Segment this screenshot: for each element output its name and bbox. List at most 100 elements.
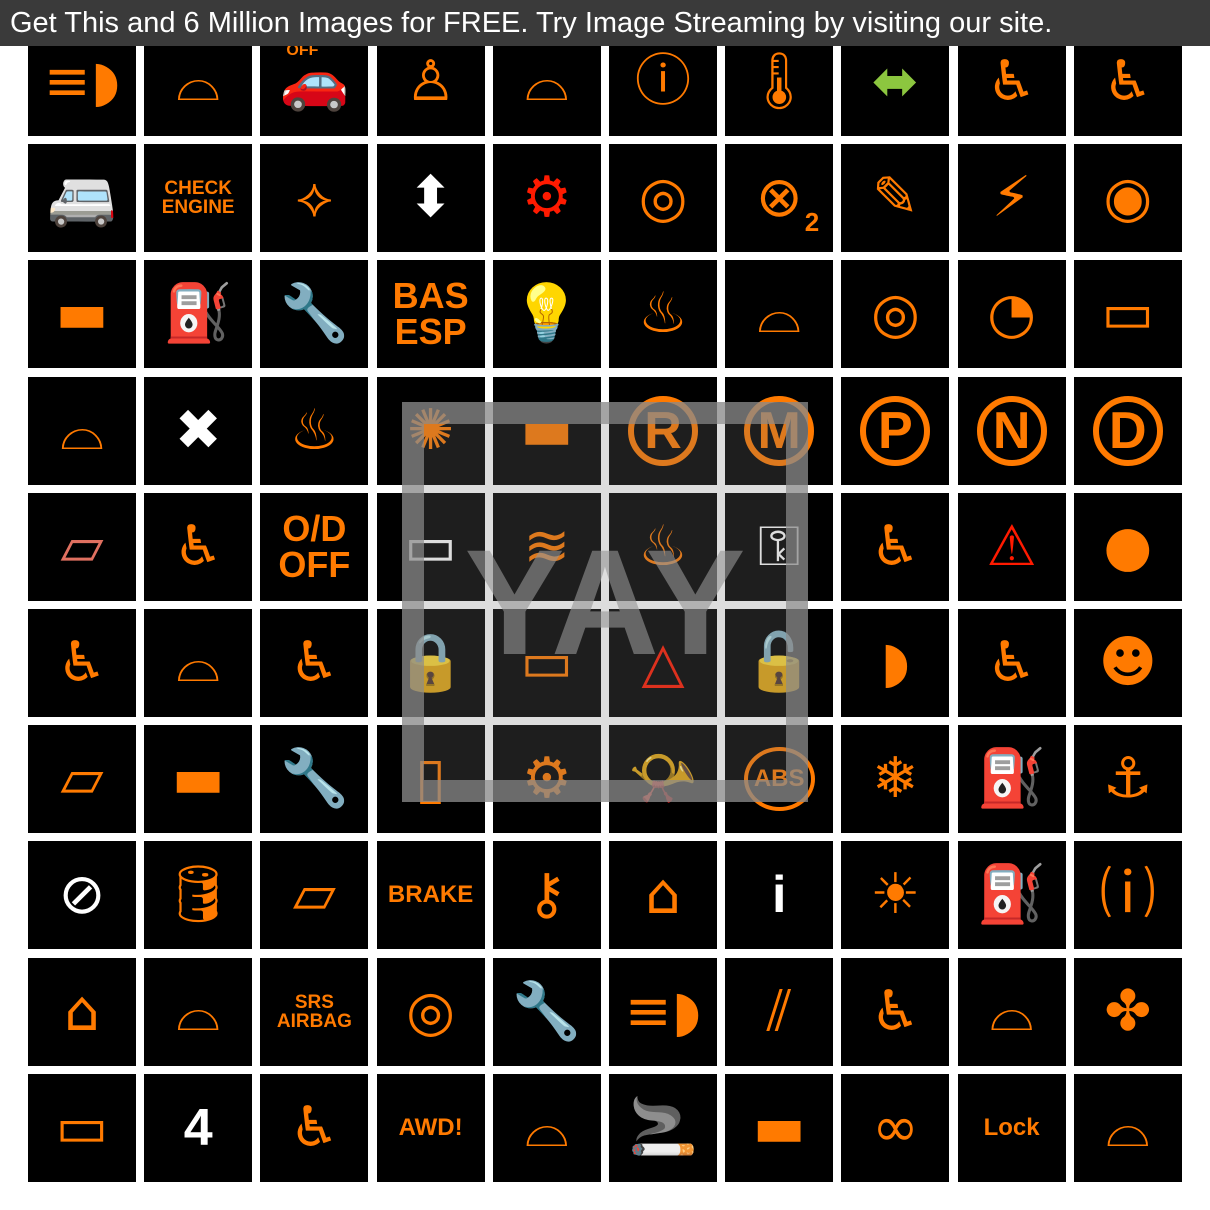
warning-light-bas-esp: BAS ESP [376, 260, 485, 369]
glow-plug-icon: ∞ [872, 1094, 919, 1160]
brake-pad-icon: ◎ [870, 281, 920, 347]
airflow-person-2-icon: ♿ [289, 1094, 340, 1160]
icon-label: D [1092, 395, 1163, 466]
warning-light-airflow-person-2: ♿ [260, 1073, 369, 1182]
washer-icon: ⌓ [59, 397, 105, 463]
warning-light-fuse-box: ⚡ [957, 144, 1066, 253]
warning-light-gear-warning: ⚙ [492, 144, 601, 253]
warning-light-high-beam: ≡◗ [609, 957, 717, 1066]
wiper-icon: ⌓ [524, 1094, 569, 1160]
key-icon: ⚷ [526, 862, 568, 928]
airflow-feet-icon: ♿ [986, 630, 1037, 695]
warning-light-seatbelt-airbag: ● [1073, 492, 1182, 601]
no-fuel-icon: ⛽ [976, 862, 1047, 928]
warning-light-airflow-feet: ♿ [957, 609, 1066, 717]
warning-light-car-cargo: 🚐 [28, 144, 136, 253]
icon-label: SRS AIRBAG [276, 991, 352, 1032]
icon-label: Lock [983, 1113, 1040, 1141]
warning-light-rear-defrost: ♨ [260, 376, 369, 485]
child-seat-icon: ♿ [289, 630, 340, 695]
coolant-temperature-icon: 🌡 [743, 49, 815, 114]
warning-light-battery-2: ▭ [28, 1073, 136, 1182]
battery-icon: ▭ [1101, 281, 1155, 347]
warning-light-fog-light: ◗ [841, 609, 950, 717]
warning-light-bulb-failure: ☀ [841, 841, 950, 950]
warning-light-windshield-heat: ⌓ [144, 609, 253, 717]
warning-light-check-engine-text: CHECK ENGINE [144, 144, 253, 253]
warning-light-steering-wheel: ◎ [609, 144, 717, 253]
warning-light-child-seat-2: ♿ [841, 957, 950, 1066]
warning-light-heated-seat: ♨ [609, 260, 717, 369]
steering-wheel-icon: ◎ [638, 165, 688, 231]
warning-light-rear-washer: ▱ [28, 725, 136, 834]
airflow-person-icon: ♿ [56, 630, 108, 695]
engine-off-car-icon: 🚗 [279, 49, 350, 114]
fuse-box-icon: ⚡ [991, 165, 1032, 231]
icon-label: BRAKE [387, 881, 474, 909]
windshield-wiper-icon: ⌓ [176, 49, 221, 114]
brake-circle-icon: ◎ [406, 978, 456, 1044]
steering-wheel-buttons-icon: ◉ [1103, 165, 1153, 231]
icon-label: CHECK ENGINE [161, 178, 235, 219]
brake-warning-icon: ⓘ [635, 49, 691, 114]
warning-light-oil-pressure: 🛢 [144, 841, 253, 950]
warning-light-wrench-service: 🔧 [260, 725, 369, 834]
warning-light-wiper: ⌓ [492, 1073, 601, 1182]
car-cargo-icon: 🚐 [47, 165, 117, 231]
fan-icon: ✤ [1104, 978, 1152, 1044]
warning-light-awd-warning: AWD! [376, 1073, 485, 1182]
warning-light-convertible: ▬ [28, 260, 136, 369]
warning-light-airbag-passenger: ♿ [144, 492, 253, 601]
icon-label: P [860, 395, 931, 466]
watermark-logo: YAY [402, 402, 808, 802]
warning-light-window-lock: ✖ [144, 376, 253, 485]
service-clock-icon: 🔧 [511, 978, 582, 1044]
warning-light-washer: ⌓ [28, 376, 136, 485]
high-beam-icon: ≡◗ [624, 978, 702, 1044]
cruise-control-icon: ◔ [987, 281, 1037, 347]
frost-icon: ❄ [871, 746, 919, 812]
tire-pressure-icon: ⒤ [1099, 862, 1156, 928]
washer-fluid-icon: ⌓ [524, 49, 569, 114]
warning-light-airbag: ☻ [1073, 609, 1182, 717]
bulb-failure-icon: ☀ [870, 862, 921, 928]
rear-wiper-icon: ⌓ [757, 281, 802, 347]
seatbelt-icon: ♙ [405, 49, 456, 114]
warning-light-no-fuel: ⛽ [957, 841, 1066, 950]
icon-label: AWD! [398, 1113, 463, 1141]
warning-light-window-lift: ⬍ [376, 144, 485, 253]
warning-light-window-4: 4 [144, 1073, 253, 1182]
seatbelt-airbag-icon: ● [1103, 513, 1153, 579]
washer-fluid-level-icon: ⌓ [176, 978, 221, 1044]
passenger-airbag-off-icon: ⊗ [755, 165, 803, 231]
promo-banner[interactable]: Get This and 6 Million Images for FREE. … [0, 0, 1210, 46]
warning-light-hatchback: ⌂ [28, 957, 136, 1066]
icon-label: BAS ESP [392, 275, 469, 353]
warning-light-brake-circle: ◎ [376, 957, 485, 1066]
warning-light-battery: ▭ [1073, 260, 1182, 369]
airbag-icon: ☻ [1098, 630, 1157, 695]
warning-light-overdrive-off: O/D OFF [260, 492, 369, 601]
warning-light-washer-fluid-level: ⌓ [144, 957, 253, 1066]
warning-light-seat-recline: ♿ [841, 492, 950, 601]
seat-vibration-icon: ♿ [1102, 49, 1153, 114]
warning-light-wrench: 🔧 [260, 260, 369, 369]
rear-window-wiper-icon: ▱ [292, 862, 336, 928]
rear-washer-icon: ▱ [60, 746, 104, 812]
warning-light-smoking: 🚬 [609, 1073, 717, 1182]
car-hood-icon: ▬ [171, 746, 225, 812]
low-beam-headlight-icon: ≡◗ [43, 49, 121, 114]
warning-light-child-seat: ♿ [260, 609, 369, 717]
fuel-pump-icon: ⛽ [976, 746, 1047, 812]
warning-light-cruise-control: ◔ [957, 260, 1066, 369]
gear-warning-icon: ⚙ [521, 165, 572, 231]
warning-light-brake-pad: ◎ [841, 260, 950, 369]
seat-airflow-icon: ♿ [986, 49, 1037, 114]
warning-light-passenger-airbag-off: ⊗ 2 [725, 144, 834, 253]
warning-light-service-clock: 🔧 [492, 957, 601, 1066]
warning-light-no-child-seat: ⊘ [28, 841, 136, 950]
seat-recline-icon: ♿ [870, 513, 921, 579]
warning-light-frost: ❄ [841, 725, 950, 834]
icon-label: N [976, 395, 1047, 466]
window-lift-icon: ⬍ [407, 165, 455, 231]
